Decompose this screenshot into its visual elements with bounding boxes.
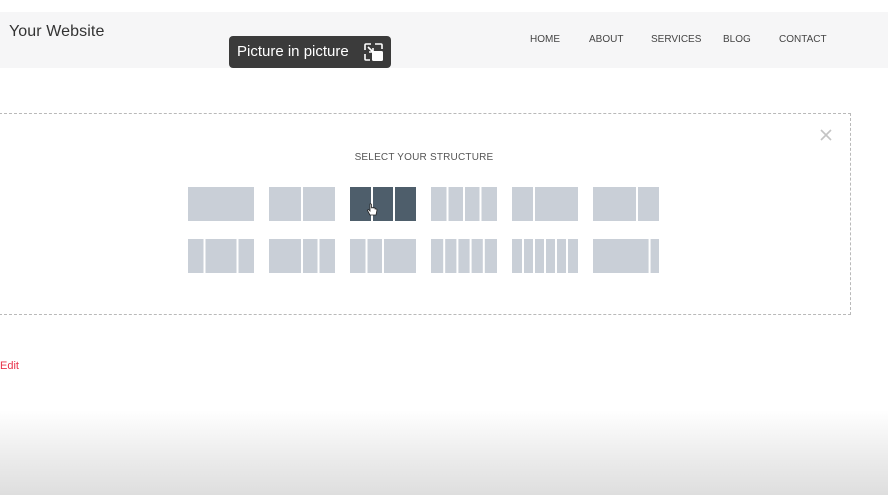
picture-in-picture-button[interactable]: Picture in picture (229, 36, 391, 68)
nav-blog[interactable]: BLOG (723, 34, 751, 45)
structure-title: SELECT YOUR STRUCTURE (354, 152, 494, 163)
layout-option[interactable] (269, 239, 335, 273)
edit-link[interactable]: Edit (0, 360, 19, 372)
layout-option[interactable] (188, 187, 254, 221)
bottom-fade (0, 410, 888, 495)
picture-in-picture-icon (363, 42, 384, 62)
nav-home[interactable]: HOME (530, 34, 560, 45)
layout-option[interactable] (269, 187, 335, 221)
site-header: Your Website HOME ABOUT SERVICES BLOG CO… (0, 12, 888, 68)
nav-contact[interactable]: CONTACT (779, 34, 827, 45)
layout-option[interactable] (188, 239, 254, 273)
layout-option[interactable] (512, 239, 578, 273)
layout-option[interactable] (350, 187, 416, 221)
close-icon[interactable] (818, 127, 834, 143)
layout-option[interactable] (512, 187, 578, 221)
structure-dropzone (0, 113, 851, 315)
nav-about[interactable]: ABOUT (589, 34, 623, 45)
layout-option[interactable] (593, 187, 659, 221)
layout-option[interactable] (593, 239, 659, 273)
nav-services[interactable]: SERVICES (651, 34, 701, 45)
picture-in-picture-label: Picture in picture (237, 43, 349, 60)
layout-option[interactable] (431, 187, 497, 221)
layout-option[interactable] (431, 239, 497, 273)
layout-option[interactable] (350, 239, 416, 273)
main-nav: HOME ABOUT SERVICES BLOG CONTACT (0, 34, 888, 48)
